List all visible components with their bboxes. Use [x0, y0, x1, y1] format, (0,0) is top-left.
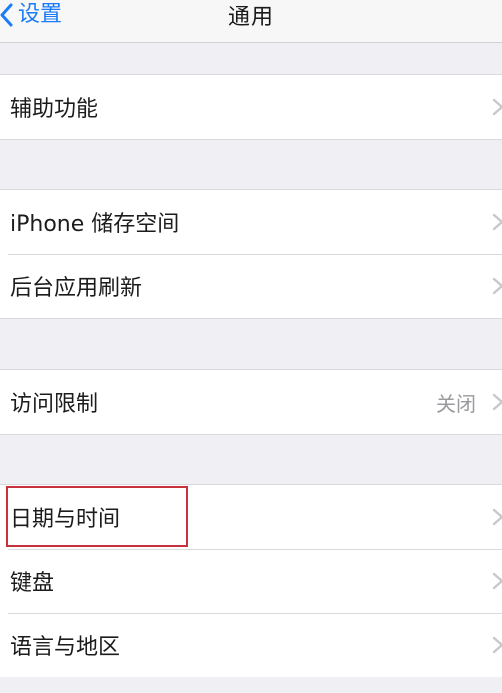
settings-group-restrictions: 访问限制 关闭: [0, 369, 502, 435]
settings-group-storage: iPhone 储存空间 后台应用刷新: [0, 189, 502, 319]
chevron-right-icon: [492, 636, 502, 654]
row-iphone-storage[interactable]: iPhone 储存空间: [0, 190, 502, 254]
row-date-time[interactable]: 日期与时间: [0, 485, 502, 549]
row-label: 访问限制: [10, 392, 99, 417]
row-background-app-refresh[interactable]: 后台应用刷新: [0, 254, 502, 318]
chevron-right-icon: [492, 98, 502, 116]
row-restrictions[interactable]: 访问限制 关闭: [0, 370, 502, 434]
page-title: 通用: [227, 5, 274, 30]
navigation-bar: 设置 通用: [0, 0, 502, 43]
row-label: iPhone 储存空间: [10, 212, 180, 237]
settings-group-accessibility: 辅助功能: [0, 74, 502, 140]
row-keyboard[interactable]: 键盘: [0, 549, 502, 613]
row-accessibility[interactable]: 辅助功能: [0, 75, 502, 139]
row-label: 语言与地区: [10, 635, 121, 660]
restrictions-status: 关闭: [436, 391, 476, 416]
row-label: 后台应用刷新: [10, 276, 143, 301]
settings-group-locale: 日期与时间 键盘 语言与地区: [0, 484, 502, 677]
row-label: 日期与时间: [10, 507, 121, 532]
chevron-right-icon: [492, 213, 502, 231]
row-label: 键盘: [10, 571, 55, 596]
chevron-right-icon: [492, 508, 502, 526]
row-label: 辅助功能: [10, 97, 99, 122]
row-language-region[interactable]: 语言与地区: [0, 613, 502, 677]
chevron-right-icon: [492, 277, 502, 295]
chevron-right-icon: [492, 393, 502, 411]
chevron-right-icon: [492, 572, 502, 590]
